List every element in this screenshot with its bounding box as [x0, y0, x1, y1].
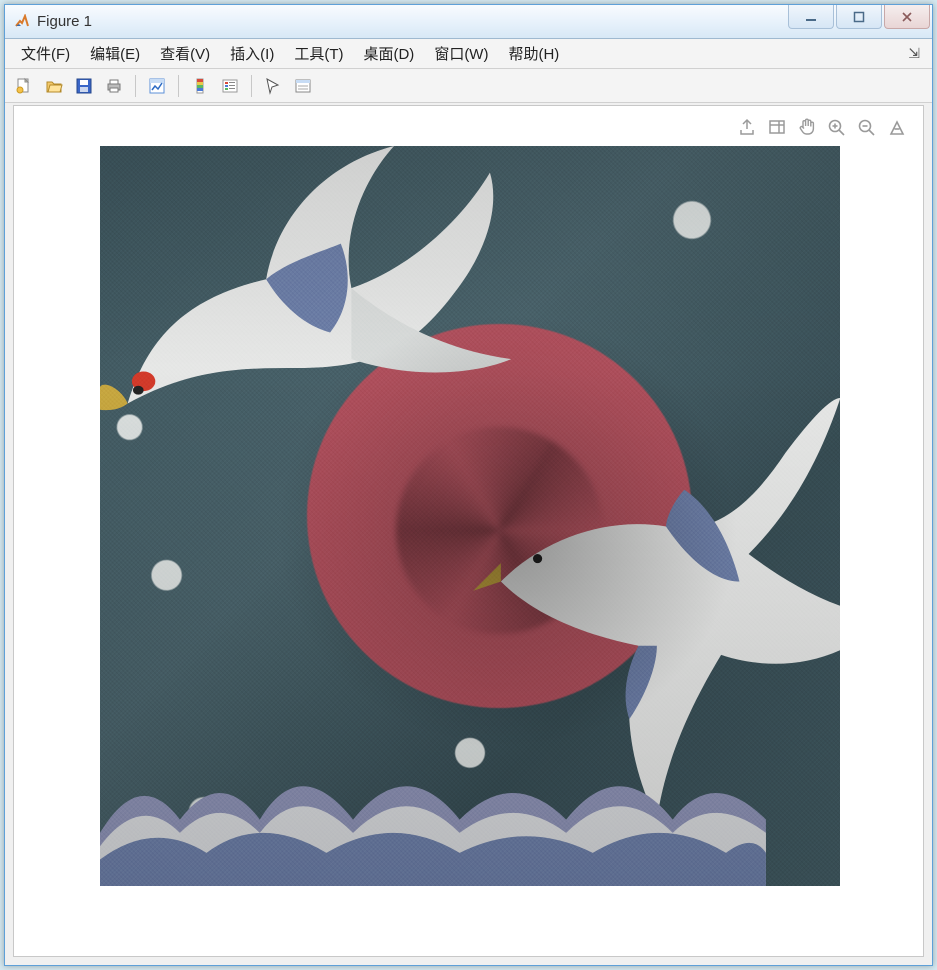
knit-texture-overlay: [100, 146, 840, 886]
menu-tools[interactable]: 工具(T): [284, 39, 353, 68]
new-figure-button[interactable]: [11, 73, 37, 99]
brush-icon[interactable]: [765, 116, 789, 138]
toolbar: [5, 69, 932, 103]
menu-desktop[interactable]: 桌面(D): [353, 39, 424, 68]
insert-legend-button[interactable]: [217, 73, 243, 99]
open-file-button[interactable]: [41, 73, 67, 99]
toolbar-separator: [251, 75, 252, 97]
menu-help[interactable]: 帮助(H): [498, 39, 569, 68]
menu-insert[interactable]: 插入(I): [220, 39, 284, 68]
zoom-in-icon[interactable]: [825, 116, 849, 138]
open-property-inspector-button[interactable]: [290, 73, 316, 99]
window-title: Figure 1: [37, 13, 92, 30]
figure-window: Figure 1 文件(F) 编辑(E) 查看(V) 插入(I) 工具(T) 桌…: [4, 4, 933, 966]
export-icon[interactable]: [735, 116, 759, 138]
zoom-out-icon[interactable]: [855, 116, 879, 138]
minimize-button[interactable]: [788, 5, 834, 29]
axes-toolbar: [735, 116, 909, 138]
figure-canvas-area: [13, 105, 924, 957]
save-button[interactable]: [71, 73, 97, 99]
link-plot-button[interactable]: [144, 73, 170, 99]
restore-view-icon[interactable]: [885, 116, 909, 138]
print-button[interactable]: [101, 73, 127, 99]
toolbar-separator: [178, 75, 179, 97]
menu-file[interactable]: 文件(F): [11, 39, 80, 68]
menu-window[interactable]: 窗口(W): [424, 39, 498, 68]
insert-colorbar-button[interactable]: [187, 73, 213, 99]
titlebar[interactable]: Figure 1: [5, 5, 932, 39]
maximize-button[interactable]: [836, 5, 882, 29]
close-button[interactable]: [884, 5, 930, 29]
toolbar-separator: [135, 75, 136, 97]
menubar: 文件(F) 编辑(E) 查看(V) 插入(I) 工具(T) 桌面(D) 窗口(W…: [5, 39, 932, 69]
dock-arrow-icon[interactable]: ⇲: [908, 45, 926, 62]
matlab-icon: [13, 13, 31, 31]
menu-edit[interactable]: 编辑(E): [80, 39, 150, 68]
displayed-image[interactable]: [100, 146, 840, 886]
menu-view[interactable]: 查看(V): [150, 39, 220, 68]
window-controls: [786, 5, 930, 38]
edit-plot-button[interactable]: [260, 73, 286, 99]
pan-icon[interactable]: [795, 116, 819, 138]
